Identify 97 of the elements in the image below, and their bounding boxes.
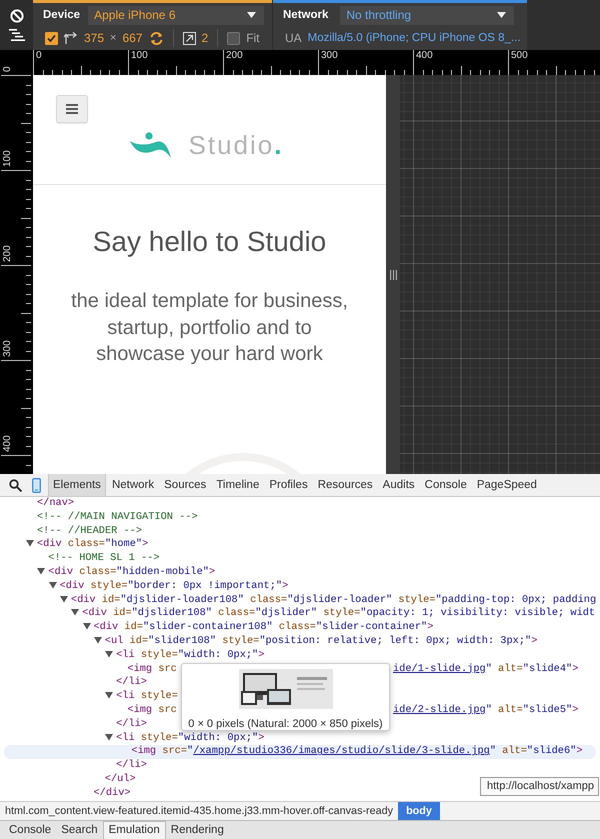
triangle-icon[interactable] (94, 636, 102, 644)
link[interactable]: ide/2-slide.jpg (393, 704, 486, 716)
ruler-label: 400 (2, 435, 13, 452)
panel-tab[interactable]: Sources (160, 474, 210, 496)
code-line: <div id="djslider108" class="djslider" style="opacity: 1; visibility: visible; widt (82, 607, 596, 620)
device-select[interactable]: Apple iPhone 6 (88, 6, 264, 24)
fit-label: Fit (246, 31, 260, 45)
code-line: </li> (116, 718, 147, 730)
triangle-icon[interactable] (37, 566, 46, 575)
ruler-label: 0 (36, 50, 42, 61)
scale-field[interactable]: 2 (202, 31, 208, 45)
panel-tab[interactable]: Timeline (212, 474, 264, 496)
network-select[interactable]: No throttling (340, 6, 514, 24)
ruler-label: 400 (416, 50, 433, 61)
code-line: <img src="/xampp/studio336/images/studio/slide/3-slide.jpg" alt="slide6"> (131, 745, 583, 758)
rotate-icon[interactable] (148, 30, 164, 46)
lines-icon[interactable] (8, 29, 24, 41)
panel-tab[interactable]: Elements (48, 474, 106, 496)
triangle-icon[interactable] (105, 732, 114, 741)
code-line: <ul id="slider108" style="position: relative; left: 0px; width: 3px;"> (104, 634, 538, 647)
device-label: Device (43, 9, 80, 21)
checkbox[interactable] (227, 32, 240, 44)
panel-tab[interactable]: Console (420, 474, 471, 496)
triangle-icon[interactable] (105, 650, 114, 658)
code-line: <img src (127, 662, 177, 675)
menu-icon (66, 104, 78, 114)
panel-tab[interactable]: Resources (314, 474, 377, 496)
caret-icon (247, 12, 256, 18)
code-line: </div> (94, 786, 131, 799)
logo-dot: . (274, 131, 282, 159)
ruler-label: 100 (131, 50, 148, 61)
triangle-icon[interactable] (82, 622, 90, 630)
code-line: <div id="slider-container108" class="slider-container"> (94, 621, 434, 634)
ruler-label: 0 (2, 66, 13, 72)
code-line: </li> (116, 676, 147, 688)
ruler-label: 200 (226, 50, 243, 61)
triangle-icon[interactable] (71, 608, 80, 616)
breadcrumb[interactable]: body (398, 802, 440, 820)
user-agent-field[interactable]: Mozilla/5.0 (iPhone; CPU iPhone OS 8_... (308, 32, 521, 44)
menu-button[interactable] (56, 95, 88, 123)
logo-icon (130, 132, 172, 159)
code-line: <div style="border: 0px !important;"> (60, 580, 288, 592)
search-icon[interactable] (9, 478, 22, 492)
tagline: the ideal template for business, startup, portfolio and to showcase your hard work (70, 289, 349, 367)
drawer-tab[interactable]: Emulation (102, 821, 166, 839)
code-line: <div id="djslider-loader108" class="djslider-loader" style="padding-top: 0px; padding (70, 594, 596, 606)
caret-icon (497, 12, 506, 18)
highlighted-row[interactable]: <img src="/xampp/studio336/images/studio/slide/3-slide.jpg" alt="slide6"> (4, 745, 596, 760)
resize-icon[interactable] (64, 31, 78, 45)
network-label: Network (283, 9, 328, 21)
link[interactable]: /xampp/studio336/images/studio/slide/3-slide.jpg (193, 745, 490, 758)
width-field[interactable]: 375 (84, 31, 104, 45)
panel-tab[interactable]: Profiles (265, 474, 312, 496)
code-line: </ul> (104, 772, 136, 785)
logo-text: Studio (188, 131, 274, 159)
resize-handle[interactable] (386, 75, 400, 474)
checkbox[interactable] (45, 32, 58, 44)
height-field[interactable]: 667 (122, 31, 142, 45)
code-line: <!-- HOME SL 1 --> (48, 552, 160, 564)
code-line: </li> (116, 759, 147, 772)
ruler-label: 200 (2, 245, 13, 262)
block-icon[interactable] (10, 9, 24, 23)
grip-icon (390, 270, 396, 280)
code-line: <!-- //HEADER --> (37, 524, 142, 537)
drawer-tab[interactable]: Search (56, 822, 103, 839)
triangle-icon[interactable] (48, 580, 57, 589)
triangle-icon[interactable] (26, 539, 34, 548)
code-line: <div class="home"> (37, 538, 148, 550)
drawer-tab[interactable]: Rendering (166, 822, 229, 839)
code-line: <!-- //MAIN NAVIGATION --> (37, 510, 198, 523)
panel-tab[interactable]: Audits (378, 474, 419, 496)
code-line: <div class="hidden-mobile"> (48, 566, 216, 578)
mobile-icon[interactable] (32, 478, 41, 492)
code-fragment: ide/2-slide.jpg" alt="slide5"> (393, 704, 578, 718)
code-line: <li style="width: 0px;"> (116, 732, 264, 744)
url-tooltip: http://localhost/xampp (480, 777, 600, 796)
link[interactable]: ide/1-slide.jpg (393, 662, 486, 675)
ruler-label: 100 (2, 150, 13, 167)
ruler-label: 300 (321, 50, 338, 61)
triangle-icon[interactable] (60, 594, 68, 603)
ua-label: UA (285, 31, 302, 45)
code-fragment: ide/1-slide.jpg" alt="slide4"> (393, 662, 578, 676)
code-line: </nav> (37, 497, 74, 509)
tooltip-caption: 0 × 0 pixels (Natural: 2000 × 850 pixels) (188, 718, 383, 730)
code-line: <img src (127, 704, 177, 716)
code-line: <li style="width: 0px;"> (116, 648, 264, 661)
page-heading: Say hello to Studio (92, 225, 326, 259)
triangle-icon[interactable] (105, 691, 114, 700)
panel-tab[interactable]: PageSpeed (472, 474, 541, 496)
drawer-tab[interactable]: Console (4, 822, 56, 839)
times-sign: × (110, 32, 116, 44)
panel-tab[interactable]: Network (108, 474, 158, 496)
ruler-label: 300 (2, 340, 13, 357)
breadcrumb[interactable]: html.com_content.view-featured.itemid-435.home.j33.mm-hover.off-canvas-ready (0, 802, 398, 820)
code-line: <li style= (116, 690, 178, 702)
ruler-label: 500 (511, 50, 528, 61)
scale-icon[interactable] (182, 32, 196, 44)
